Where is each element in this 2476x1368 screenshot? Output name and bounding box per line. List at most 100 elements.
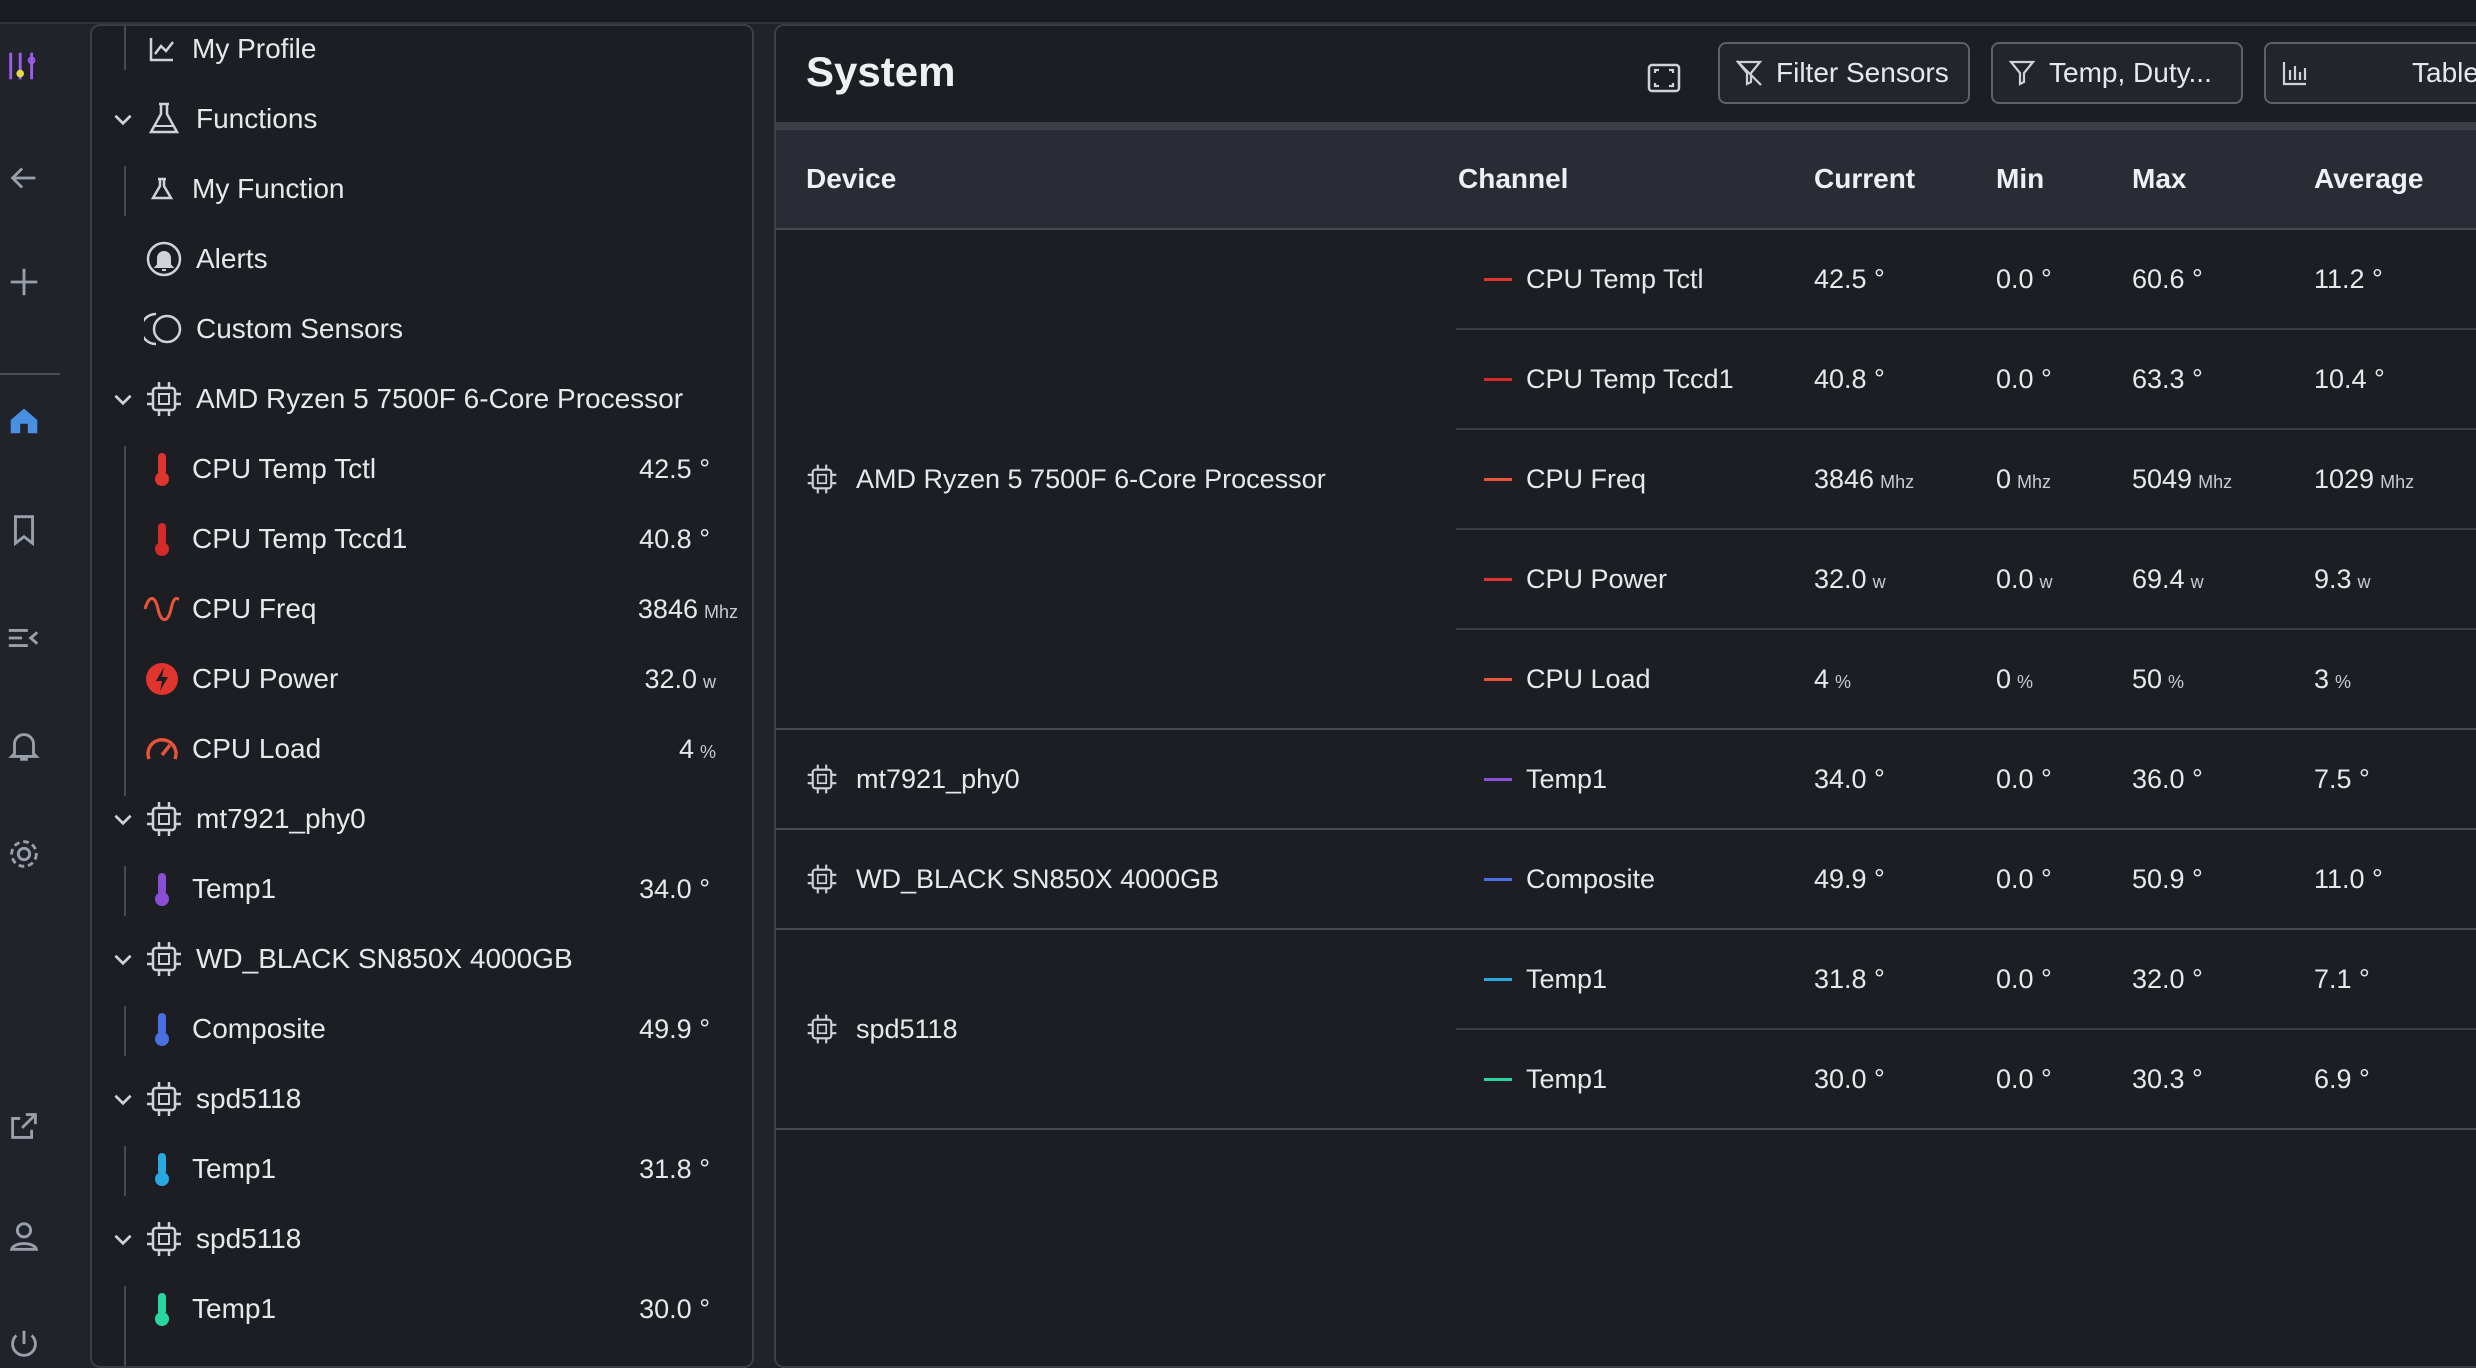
sidebar-channel-cpu-load[interactable]: CPU Load 4% xyxy=(92,714,752,784)
max-cell: 50.9 ° xyxy=(2132,829,2314,930)
sidebar-channel-temp1[interactable]: Temp1 31.8 ° xyxy=(92,1134,752,1204)
table-row[interactable]: mt7921_phy0 Temp1 34.0 ° 0.0 ° 36.0 ° 7.… xyxy=(776,729,2476,830)
sidebar-channel-cpu-freq[interactable]: CPU Freq 3846 Mhz xyxy=(92,574,752,644)
chevron-down-icon[interactable] xyxy=(110,806,136,832)
column-header-channel[interactable]: Channel xyxy=(1456,130,1814,230)
sidebar-device-wd-black[interactable]: WD_BLACK SN850X 4000GB xyxy=(92,924,752,994)
table-row[interactable]: AMD Ryzen 5 7500F 6-Core Processor CPU T… xyxy=(776,229,2476,730)
device-cell: AMD Ryzen 5 7500F 6-Core Processor xyxy=(776,229,1456,730)
sidebar-item-value: 30.0 ° xyxy=(639,1293,710,1324)
column-header-average[interactable]: Average xyxy=(2314,130,2476,230)
thermometer-icon xyxy=(142,449,182,489)
sine-wave-icon xyxy=(142,589,182,629)
power-icon[interactable] xyxy=(0,1320,48,1368)
table-row[interactable]: WD_BLACK SN850X 4000GB Composite 49.9 ° … xyxy=(776,829,2476,930)
home-icon[interactable] xyxy=(0,396,48,444)
sidebar-channel-cpu-power[interactable]: CPU Power 32.0 w xyxy=(92,644,752,714)
main-header: System Filter Sensors Temp, Duty... Tabl… xyxy=(776,26,2476,122)
channel-name: Temp1 xyxy=(1526,1063,1608,1094)
sidebar-item-alerts[interactable]: Alerts xyxy=(92,224,752,294)
average-cell: 11.0 ° xyxy=(2314,829,2476,930)
gear-icon[interactable] xyxy=(0,830,48,878)
sidebar-item-value: 4% xyxy=(678,733,716,764)
rail-divider xyxy=(0,373,60,375)
external-link-icon[interactable] xyxy=(0,1102,48,1150)
chevron-down-icon[interactable] xyxy=(110,946,136,972)
column-header-device[interactable]: Device xyxy=(776,130,1456,230)
average-cell: 7.1 ° xyxy=(2314,929,2476,1030)
user-icon[interactable] xyxy=(0,1212,48,1260)
max-cell: 60.6 ° xyxy=(2132,229,2314,330)
sidebar-item-label: CPU Temp Tctl xyxy=(192,453,377,484)
current-cell: 34.0 ° xyxy=(1814,729,1996,830)
view-mode-button[interactable]: Table xyxy=(2264,42,2476,104)
view-mode-label: Table xyxy=(2412,57,2476,88)
chip-icon xyxy=(144,939,184,979)
nav-rail xyxy=(0,24,90,1357)
sidebar-item-my-profile[interactable]: My Profile xyxy=(92,26,752,84)
main-panel: System Filter Sensors Temp, Duty... Tabl… xyxy=(774,24,2476,1368)
series-color-swatch xyxy=(1484,977,1512,981)
current-cell: 49.9 ° xyxy=(1814,829,1996,930)
channel-name: CPU Power xyxy=(1526,563,1668,594)
average-cell: 10.4 ° xyxy=(2314,329,2476,430)
column-header-max[interactable]: Max xyxy=(2132,130,2314,230)
sidebar-item-value: 42.5 ° xyxy=(639,453,710,484)
sidebar-item-my-function[interactable]: My Function xyxy=(92,154,752,224)
bookmark-icon[interactable] xyxy=(0,506,48,554)
sidebar-device-amd-ryzen[interactable]: AMD Ryzen 5 7500F 6-Core Processor xyxy=(92,364,752,434)
filter-off-icon xyxy=(1735,60,1763,86)
sidebar-channel-composite[interactable]: Composite 49.9 ° xyxy=(92,994,752,1064)
sidebar-item-label: mt7921_phy0 xyxy=(196,803,366,834)
table-row[interactable]: spd5118 Temp1 31.8 ° 0.0 ° 32.0 ° 7.1 ° xyxy=(776,929,2476,1130)
table-header-row: Device Channel Current Min Max Average xyxy=(776,130,2476,230)
chevron-down-icon[interactable] xyxy=(110,1226,136,1252)
sidebar-item-label: Alerts xyxy=(196,243,268,274)
add-icon[interactable] xyxy=(0,258,48,306)
thermometer-icon xyxy=(142,1149,182,1189)
sidebar-item-functions[interactable]: Functions xyxy=(92,84,752,154)
sidebar-channel-cpu-temp-tctl[interactable]: CPU Temp Tctl 42.5 ° xyxy=(92,434,752,504)
channel-cell: CPU Temp Tctl xyxy=(1456,229,1814,330)
thermometer-icon xyxy=(142,519,182,559)
sidebar-item-label: Functions xyxy=(196,103,318,134)
chevron-down-icon[interactable] xyxy=(110,1086,136,1112)
column-header-min[interactable]: Min xyxy=(1996,130,2132,230)
sidebar-device-spd5118[interactable]: spd5118 xyxy=(92,1064,752,1134)
sidebar-channel-temp1[interactable]: Temp1 30.0 ° xyxy=(92,1274,752,1344)
column-header-current[interactable]: Current xyxy=(1814,130,1996,230)
device-name: mt7921_phy0 xyxy=(856,763,1020,794)
filter-types-label: Temp, Duty... xyxy=(2049,57,2212,88)
fit-view-icon[interactable] xyxy=(1642,56,1686,100)
back-arrow-icon[interactable] xyxy=(0,154,48,202)
min-cell: 0.0 ° xyxy=(1996,329,2132,430)
sidebar-channel-cpu-temp-tccd1[interactable]: CPU Temp Tccd1 40.8 ° xyxy=(92,504,752,574)
sidebar-item-label: WD_BLACK SN850X 4000GB xyxy=(196,943,573,974)
sidebar-channel-temp1[interactable]: Temp1 34.0 ° xyxy=(92,854,752,924)
chevron-down-icon[interactable] xyxy=(110,106,136,132)
chevron-down-icon[interactable] xyxy=(110,386,136,412)
thermometer-icon xyxy=(142,869,182,909)
current-cell: 31.8 ° xyxy=(1814,929,1996,1030)
bell-icon[interactable] xyxy=(0,722,48,770)
sidebar-device-mt7921[interactable]: mt7921_phy0 xyxy=(92,784,752,854)
device-name: AMD Ryzen 5 7500F 6-Core Processor xyxy=(856,463,1326,494)
average-cell: 11.2 ° xyxy=(2314,229,2476,330)
flask-small-icon xyxy=(142,169,182,209)
collapse-menu-icon[interactable] xyxy=(0,614,48,662)
sidebar-device-spd5118[interactable]: spd5118 xyxy=(92,1204,752,1274)
app-logo-icon[interactable] xyxy=(0,42,48,90)
series-color-swatch xyxy=(1484,777,1512,781)
chip-icon xyxy=(144,799,184,839)
max-cell: 36.0 ° xyxy=(2132,729,2314,830)
series-color-swatch xyxy=(1484,577,1512,581)
filter-types-button[interactable]: Temp, Duty... xyxy=(1991,42,2243,104)
sidebar-item-custom-sensors[interactable]: Custom Sensors xyxy=(92,294,752,364)
min-cell: 0.0 ° xyxy=(1996,229,2132,330)
filter-sensors-button[interactable]: Filter Sensors xyxy=(1718,42,1970,104)
min-cell: 0.0 ° xyxy=(1996,1029,2132,1130)
sidebar-item-label: CPU Power xyxy=(192,663,339,694)
sidebar-item-value: 34.0 ° xyxy=(639,873,710,904)
window-top-strip xyxy=(0,0,2476,24)
chip-icon xyxy=(807,764,837,794)
